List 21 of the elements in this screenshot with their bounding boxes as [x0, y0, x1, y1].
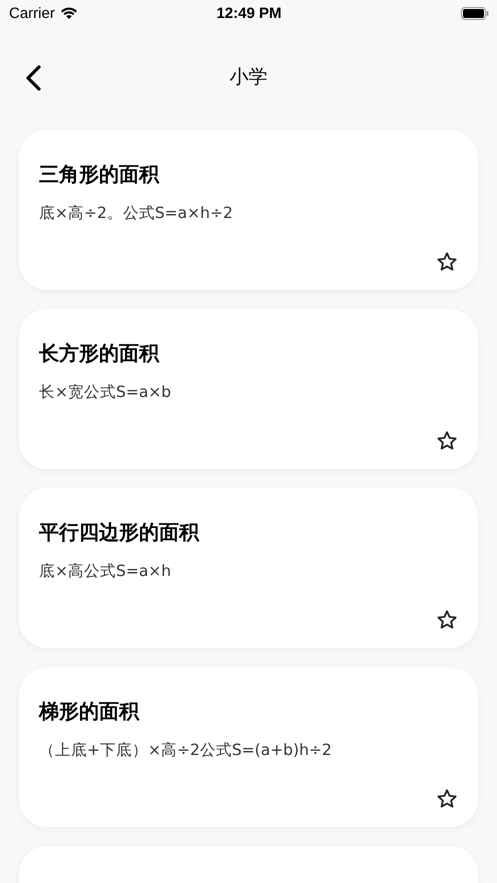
- formula-text: 底×高公式S=a×h: [39, 561, 172, 582]
- card-title: 长方形的面积: [39, 340, 160, 367]
- formula-card[interactable]: 三角形的面积 底×高÷2。公式S=a×h÷2: [19, 130, 478, 290]
- carrier-label: Carrier: [9, 4, 55, 22]
- card-title: 三角形的面积: [39, 161, 160, 188]
- card-title: 平行四边形的面积: [39, 519, 200, 546]
- battery-icon: [460, 6, 489, 20]
- star-icon[interactable]: [436, 251, 458, 273]
- wifi-icon: [60, 6, 78, 20]
- formula-card[interactable]: 平行四边形的面积 底×高公式S=a×h: [19, 488, 478, 648]
- page-title: 小学: [230, 65, 268, 90]
- star-icon[interactable]: [436, 609, 458, 631]
- star-icon[interactable]: [436, 788, 458, 810]
- card-title: 梯形的面积: [39, 698, 140, 725]
- formula-text: 长×宽公式S=a×b: [39, 382, 172, 403]
- formula-card[interactable]: 梯形的面积 （上底+下底）×高÷2公式S=(a+b)h÷2: [19, 667, 478, 827]
- formula-text: 底×高÷2。公式S=a×h÷2: [39, 203, 234, 224]
- formula-text: （上底+下底）×高÷2公式S=(a+b)h÷2: [39, 740, 333, 761]
- status-time: 12:49 PM: [216, 4, 282, 22]
- star-icon[interactable]: [436, 430, 458, 452]
- formula-card[interactable]: 长方形的面积 长×宽公式S=a×b: [19, 309, 478, 469]
